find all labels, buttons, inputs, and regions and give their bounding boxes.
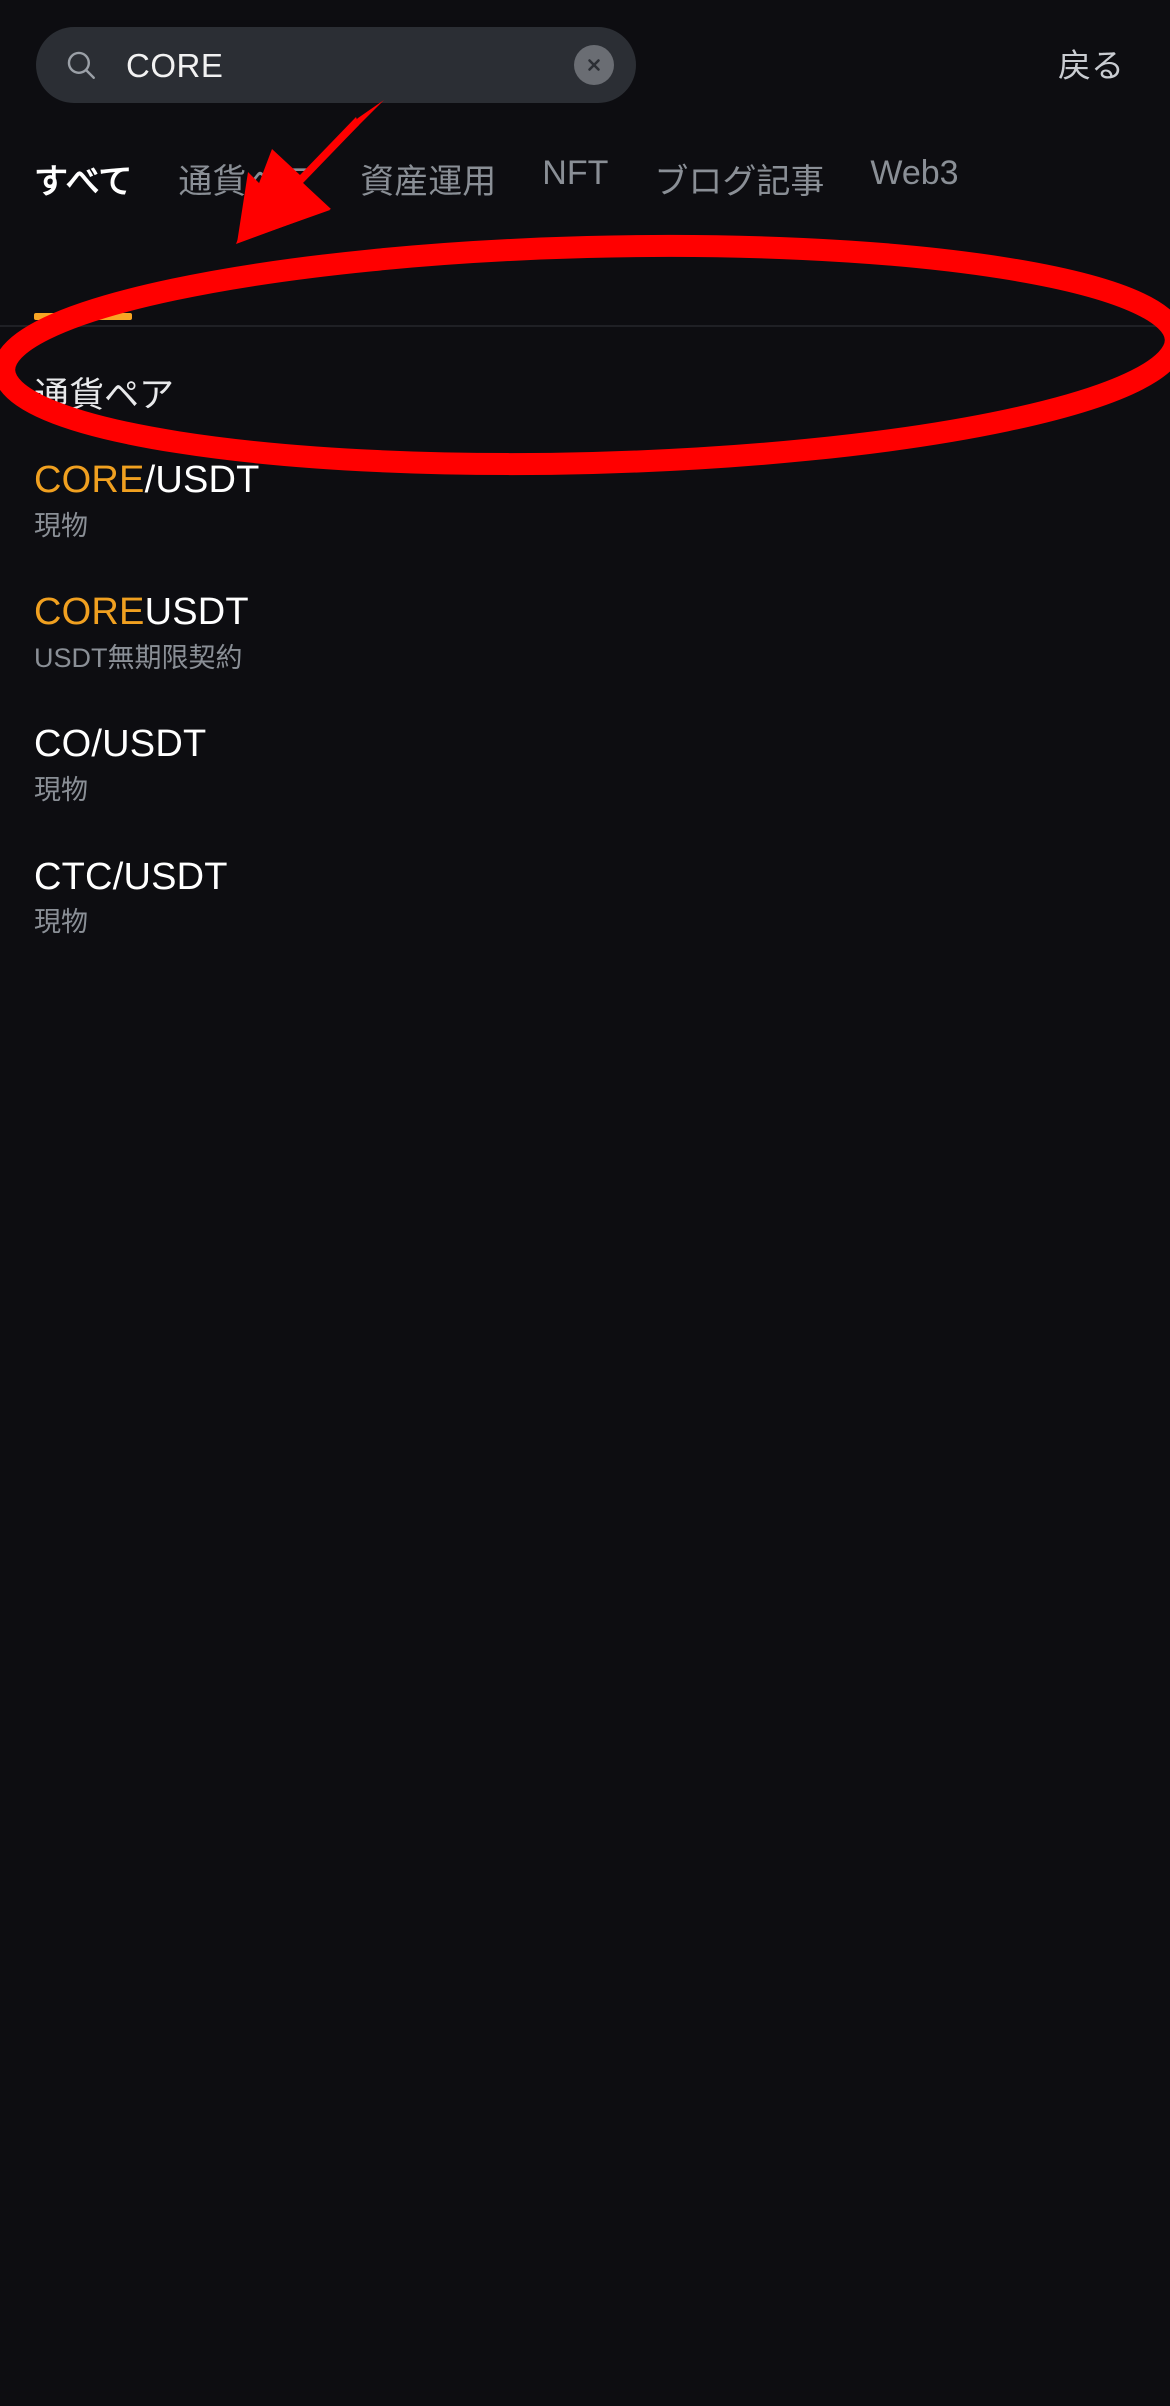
list-item[interactable]: CORE/USDT 現物	[0, 459, 1170, 541]
list-item-match: CORE	[34, 459, 145, 501]
search-input-value: CORE	[126, 48, 224, 82]
search-icon	[67, 51, 95, 79]
tab-blog-articles-label: ブログ記事	[654, 163, 825, 201]
list-item-subtitle: 現物	[34, 510, 88, 541]
results-section-title: 通貨ペア	[34, 376, 175, 415]
search-results: 通貨ペア CORE/USDT 現物 COREUSDT USDT無期限契約 CO/…	[0, 330, 1170, 988]
list-item-rest: /USDT	[144, 459, 260, 501]
search-header: CORE 戻る	[0, 0, 1170, 130]
list-item-subtitle: USDT無期限契約	[34, 642, 243, 673]
tab-asset-management-label: 資産運用	[360, 163, 497, 201]
list-item-title: CTC/USDT	[34, 856, 1170, 899]
tab-all-label: すべて	[34, 163, 133, 201]
tab-active-indicator	[34, 313, 133, 320]
tab-currency-pairs[interactable]: 通貨ペア	[178, 132, 314, 326]
list-item[interactable]: COREUSDT USDT無期限契約	[0, 591, 1170, 673]
tab-bar-divider	[0, 325, 1170, 327]
app-screen: CORE 戻る すべて 通貨ペア 資産運用 NFT ブログ記事 Web3 通貨ペ…	[0, 0, 1170, 2406]
tab-blog-articles[interactable]: ブログ記事	[654, 132, 824, 326]
list-item-rest: USDT	[144, 591, 249, 634]
list-item-match: CORE	[34, 591, 145, 634]
tab-web3-label: Web3	[870, 154, 959, 192]
tab-nft[interactable]: NFT	[542, 132, 608, 326]
list-item-subtitle: 現物	[34, 775, 88, 806]
tab-all[interactable]: すべて	[34, 132, 133, 326]
list-item[interactable]: CTC/USDT 現物	[0, 856, 1170, 938]
list-item-subtitle: 現物	[34, 907, 88, 938]
list-item-title: CO/USDT	[34, 723, 1170, 766]
tab-web3[interactable]: Web3	[870, 132, 958, 326]
tab-nft-label: NFT	[542, 154, 609, 192]
close-circle-icon[interactable]	[574, 45, 614, 85]
list-item-rest: CTC/USDT	[34, 855, 228, 898]
list-item-title: COREUSDT	[34, 591, 1170, 634]
tab-currency-pairs-label: 通貨ペア	[178, 163, 315, 201]
tab-asset-management[interactable]: 資産運用	[360, 132, 496, 326]
list-item[interactable]: CO/USDT 現物	[0, 723, 1170, 805]
results-list: CORE/USDT 現物 COREUSDT USDT無期限契約 CO/USDT …	[0, 459, 1170, 938]
list-item-rest: CO/USDT	[34, 723, 207, 766]
tab-bar: すべて 通貨ペア 資産運用 NFT ブログ記事 Web3	[0, 132, 1170, 326]
back-button[interactable]: 戻る	[1024, 49, 1134, 82]
search-input[interactable]: CORE	[36, 27, 636, 103]
list-item-title: CORE/USDT	[34, 459, 1170, 502]
